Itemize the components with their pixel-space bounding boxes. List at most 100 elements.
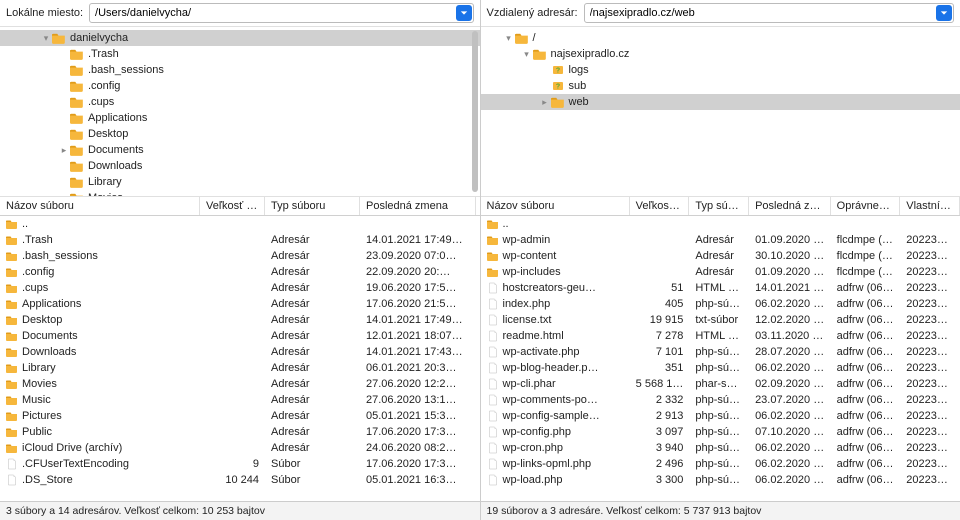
local-tree[interactable]: ▾danielvycha.Trash.bash_sessions.config.…: [0, 27, 480, 197]
list-item[interactable]: PicturesAdresár05.01.2021 15:3…: [0, 408, 480, 424]
list-item[interactable]: ..: [0, 216, 480, 232]
file-size: 51: [630, 282, 690, 294]
file-date: 14.01.2021 17:49…: [360, 314, 476, 326]
tree-item[interactable]: sub: [481, 78, 960, 94]
file-date: 30.10.2020 1…: [749, 250, 831, 262]
file-type: php-súbor: [689, 442, 749, 454]
remote-tree[interactable]: ▾/▾najsexipradlo.czlogssub▸web: [481, 27, 960, 197]
list-item[interactable]: DesktopAdresár14.01.2021 17:49…: [0, 312, 480, 328]
file-type: HTML do…: [689, 330, 749, 342]
tree-item[interactable]: .config: [0, 78, 480, 94]
tree-item[interactable]: ▾najsexipradlo.cz: [481, 46, 960, 62]
scrollbar[interactable]: [472, 31, 478, 192]
list-item[interactable]: wp-comments-po…2 332php-súbor23.07.2020 …: [481, 392, 960, 408]
list-item[interactable]: .cupsAdresár19.06.2020 17:5…: [0, 280, 480, 296]
remote-path-combo[interactable]: [584, 3, 954, 23]
list-item[interactable]: wp-cli.phar5 568 133phar-súbor02.09.2020…: [481, 376, 960, 392]
tree-item[interactable]: Downloads: [0, 158, 480, 174]
tree-item[interactable]: Library: [0, 174, 480, 190]
folder-icon: [70, 80, 84, 92]
remote-path-input[interactable]: [585, 7, 936, 19]
local-path-combo[interactable]: [89, 3, 473, 23]
file-size: 2 496: [630, 458, 690, 470]
list-item[interactable]: wp-load.php3 300php-súbor06.02.2020 0…ad…: [481, 472, 960, 488]
col-size[interactable]: Veľkosť súboru: [630, 197, 690, 215]
list-item[interactable]: .configAdresár22.09.2020 20:…: [0, 264, 480, 280]
col-perm[interactable]: Oprávnenia: [831, 197, 901, 215]
list-item[interactable]: license.txt19 915txt-súbor12.02.2020 1…a…: [481, 312, 960, 328]
tree-item[interactable]: .bash_sessions: [0, 62, 480, 78]
tree-item[interactable]: logs: [481, 62, 960, 78]
col-date[interactable]: Posledná zmena: [749, 197, 831, 215]
local-columns[interactable]: Názov súboru Veľkosť súboru Typ súboru P…: [0, 197, 480, 216]
local-file-list[interactable]: ...TrashAdresár14.01.2021 17:49….bash_se…: [0, 216, 480, 501]
disclosure-icon[interactable]: ▾: [40, 33, 52, 44]
list-item[interactable]: wp-config-sample…2 913php-súbor06.02.202…: [481, 408, 960, 424]
list-item[interactable]: wp-cron.php3 940php-súbor06.02.2020 0…ad…: [481, 440, 960, 456]
list-item[interactable]: wp-links-opml.php2 496php-súbor06.02.202…: [481, 456, 960, 472]
disclosure-icon[interactable]: ▾: [503, 33, 515, 44]
list-item[interactable]: wp-adminAdresár01.09.2020 2…flcdmpe (…20…: [481, 232, 960, 248]
file-size: 3 940: [630, 442, 690, 454]
list-item[interactable]: wp-includesAdresár01.09.2020 2…flcdmpe (…: [481, 264, 960, 280]
tree-item[interactable]: ▾/: [481, 30, 960, 46]
file-icon: [487, 458, 499, 470]
file-date: 12.01.2021 18:07…: [360, 330, 476, 342]
file-date: 07.10.2020 1…: [749, 426, 831, 438]
list-item[interactable]: .CFUserTextEncoding9Súbor17.06.2020 17:3…: [0, 456, 480, 472]
tree-item[interactable]: ▸Documents: [0, 142, 480, 158]
tree-item[interactable]: Applications: [0, 110, 480, 126]
file-type: Adresár: [265, 362, 360, 374]
tree-item[interactable]: .cups: [0, 94, 480, 110]
dropdown-icon[interactable]: [936, 5, 952, 21]
list-item[interactable]: readme.html7 278HTML do…03.11.2020 0…adf…: [481, 328, 960, 344]
list-item[interactable]: index.php405php-súbor06.02.2020 0…adfrw …: [481, 296, 960, 312]
tree-label: Movies: [88, 192, 123, 197]
disclosure-icon[interactable]: ▸: [58, 145, 70, 156]
file-icon: [487, 410, 499, 422]
file-type: Adresár: [265, 442, 360, 454]
dropdown-icon[interactable]: [456, 5, 472, 21]
list-item[interactable]: .DS_Store10 244Súbor05.01.2021 16:3…: [0, 472, 480, 488]
tree-item[interactable]: .Trash: [0, 46, 480, 62]
list-item[interactable]: wp-contentAdresár30.10.2020 1…flcdmpe (……: [481, 248, 960, 264]
folder-icon: [551, 96, 565, 108]
file-date: 06.02.2020 0…: [749, 298, 831, 310]
local-path-input[interactable]: [90, 7, 455, 19]
list-item[interactable]: iCloud Drive (archív)Adresár24.06.2020 0…: [0, 440, 480, 456]
list-item[interactable]: MoviesAdresár27.06.2020 12:2…: [0, 376, 480, 392]
list-item[interactable]: hostcreators-geu…51HTML do…14.01.2021 17…: [481, 280, 960, 296]
list-item[interactable]: ApplicationsAdresár17.06.2020 21:5…: [0, 296, 480, 312]
col-owner[interactable]: Vlastník/skupina: [900, 197, 960, 215]
col-name[interactable]: Názov súboru: [0, 197, 200, 215]
remote-file-list[interactable]: ..wp-adminAdresár01.09.2020 2…flcdmpe (……: [481, 216, 960, 501]
tree-item[interactable]: Movies: [0, 190, 480, 197]
tree-item[interactable]: Desktop: [0, 126, 480, 142]
file-owner: 2022330 …: [900, 458, 960, 470]
list-item[interactable]: DocumentsAdresár12.01.2021 18:07…: [0, 328, 480, 344]
list-item[interactable]: wp-activate.php7 101php-súbor28.07.2020 …: [481, 344, 960, 360]
list-item[interactable]: MusicAdresár27.06.2020 13:1…: [0, 392, 480, 408]
tree-item[interactable]: ▾danielvycha: [0, 30, 480, 46]
col-type[interactable]: Typ súboru: [689, 197, 749, 215]
list-item[interactable]: PublicAdresár17.06.2020 17:3…: [0, 424, 480, 440]
list-item[interactable]: LibraryAdresár06.01.2021 20:3…: [0, 360, 480, 376]
col-size[interactable]: Veľkosť súboru: [200, 197, 265, 215]
file-date: 27.06.2020 12:2…: [360, 378, 476, 390]
file-perm: adfrw (06…: [831, 282, 901, 294]
list-item[interactable]: .bash_sessionsAdresár23.09.2020 07:0…: [0, 248, 480, 264]
list-item[interactable]: .TrashAdresár14.01.2021 17:49…: [0, 232, 480, 248]
tree-item[interactable]: ▸web: [481, 94, 960, 110]
file-icon: [487, 474, 499, 486]
list-item[interactable]: wp-config.php3 097php-súbor07.10.2020 1……: [481, 424, 960, 440]
disclosure-icon[interactable]: ▾: [521, 49, 533, 60]
list-item[interactable]: wp-blog-header.p…351php-súbor06.02.2020 …: [481, 360, 960, 376]
list-item[interactable]: DownloadsAdresár14.01.2021 17:43…: [0, 344, 480, 360]
list-item[interactable]: ..: [481, 216, 960, 232]
disclosure-icon[interactable]: ▸: [539, 97, 551, 108]
col-date[interactable]: Posledná zmena: [360, 197, 476, 215]
remote-columns[interactable]: Názov súboru Veľkosť súboru Typ súboru P…: [481, 197, 960, 216]
file-date: 17.06.2020 17:3…: [360, 458, 476, 470]
col-name[interactable]: Názov súboru: [481, 197, 630, 215]
col-type[interactable]: Typ súboru: [265, 197, 360, 215]
